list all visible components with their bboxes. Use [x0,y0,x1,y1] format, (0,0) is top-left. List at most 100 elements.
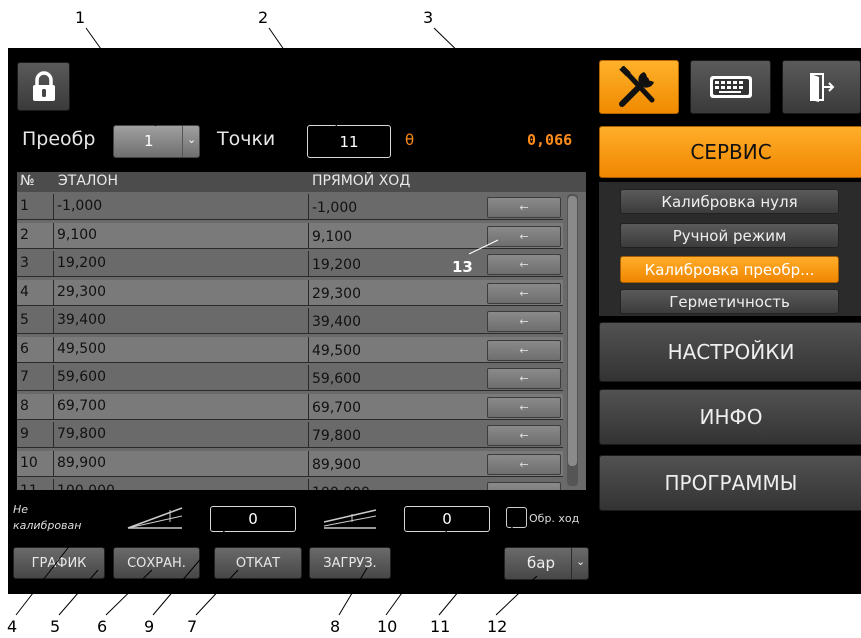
row-direct: 69,700 [312,399,361,416]
row-etalon: 100,000 [57,483,115,490]
rollback-button[interactable]: ОТКАТ [214,547,302,579]
row-etalon: 69,700 [57,397,106,414]
copy-value-button[interactable]: ← [487,225,561,247]
copy-value-button[interactable]: ← [487,482,561,490]
points-input[interactable]: 11 [307,125,391,158]
row-direct: -1,000 [312,200,358,216]
callout-12: 12 [487,617,508,636]
reverse-checkbox[interactable] [506,507,527,528]
lock-button[interactable] [17,62,70,111]
row-etalon: 19,200 [57,255,106,271]
table-scrollbar[interactable] [567,194,578,486]
callout-7: 7 [187,617,198,636]
copy-value-button[interactable]: ← [487,282,561,304]
calibration-status: Не калиброван [13,503,82,532]
submenu-transducer-calibration[interactable]: Калибровка преобр... [620,256,839,283]
scrollbar-thumb[interactable] [568,196,577,466]
keyboard-icon [709,76,752,98]
row-etalon: -1,000 [57,198,103,214]
row-etalon: 39,400 [57,312,106,328]
copy-value-button[interactable]: ← [487,453,561,475]
callout-6: 6 [97,617,108,636]
row-direct: 19,200 [312,257,361,273]
copy-value-button[interactable]: ← [487,368,561,389]
row-direct: 79,800 [312,428,361,444]
programs-menu-button[interactable]: ПРОГРАММЫ [599,455,861,511]
chevron-down-icon: ⌄ [576,555,586,568]
service-menu-button[interactable]: СЕРВИС [599,126,861,178]
keyboard-button[interactable] [690,60,771,114]
reverse-label: Обр. ход [529,512,580,525]
info-menu-button[interactable]: ИНФО [599,389,861,445]
row-number: 6 [20,340,29,357]
preobr-label: Преобр [22,128,96,150]
row-number: 2 [20,226,29,243]
offset-graph-icon [323,509,377,529]
table-row: 1 -1,000 -1,000 ← [17,194,563,220]
row-direct: 29,300 [312,285,361,302]
row-number: 10 [20,454,38,471]
callout-8: 8 [330,617,341,636]
unit-select[interactable]: бар ⌄ [504,547,589,580]
row-number: 11 [20,483,38,490]
row-direct: 100,000 [312,485,370,490]
table-row: 5 39,400 39,400 ← [17,308,563,334]
row-direct: 49,500 [312,342,361,359]
table-row: 7 59,600 59,600 ← [17,365,563,391]
callout-10: 10 [377,617,398,636]
table-row: 2 9,100 9,100 ← [17,222,563,249]
row-direct: 59,600 [312,371,361,387]
callout-2: 2 [258,8,269,27]
copy-value-button[interactable]: ← [487,311,561,332]
submenu-zero-calibration[interactable]: Калибровка нуля [620,189,839,214]
lock-icon [32,70,55,101]
row-direct: 89,900 [312,456,361,473]
callout-5: 5 [50,617,61,636]
settings-menu-button[interactable]: НАСТРОЙКИ [599,322,861,382]
table-row: 9 79,800 79,800 ← [17,422,563,448]
row-etalon: 89,900 [57,454,106,471]
row-number: 7 [20,369,29,385]
copy-value-button[interactable]: ← [487,396,561,418]
row-number: 4 [20,283,29,300]
points-label: Точки [217,128,276,150]
column-header-number: № [20,173,35,189]
submenu-leak-test[interactable]: Герметичность [620,289,839,314]
callout-3: 3 [423,8,434,27]
table-row: 6 49,500 49,500 ← [17,336,563,363]
pressure-reading: 0,066 [527,131,573,149]
row-number: 5 [20,312,29,328]
service-tools-button[interactable] [599,60,679,114]
row-etalon: 29,300 [57,283,106,300]
copy-value-button[interactable]: ← [487,254,561,275]
unit-value: бар [527,554,555,572]
tools-icon [619,66,655,107]
column-header-etalon: ЭТАЛОН [58,173,118,189]
callout-4: 4 [7,617,18,636]
preobr-value: 1 [144,132,154,150]
row-etalon: 59,600 [57,369,106,385]
table-row: 8 69,700 69,700 ← [17,393,563,420]
row-number: 8 [20,397,29,414]
copy-value-button[interactable]: ← [487,339,561,361]
offset-input[interactable]: 0 [404,506,490,532]
copy-value-button[interactable]: ← [487,197,561,218]
table-header: № ЭТАЛОН ПРЯМОЙ ХОД [17,172,586,192]
callout-11: 11 [430,617,451,636]
copy-value-button[interactable]: ← [487,425,561,446]
callout-13: 13 [452,258,473,276]
load-button[interactable]: ЗАГРУЗ. [309,547,391,579]
row-etalon: 9,100 [57,226,98,243]
exit-door-icon [809,73,834,102]
exit-button[interactable] [782,60,861,114]
submenu-manual-mode[interactable]: Ручной режим [620,223,839,248]
save-button[interactable]: СОХРАН. [113,547,200,579]
row-number: 3 [20,255,29,271]
preobr-select[interactable]: 1 ⌄ [113,125,200,158]
slope-input[interactable]: 0 [210,506,296,532]
chevron-down-icon: ⌄ [187,133,197,146]
row-number: 9 [20,426,29,442]
graph-button[interactable]: ГРАФИК [13,547,105,579]
callout-9: 9 [144,617,155,636]
table-row: 3 19,200 19,200 ← [17,251,563,277]
